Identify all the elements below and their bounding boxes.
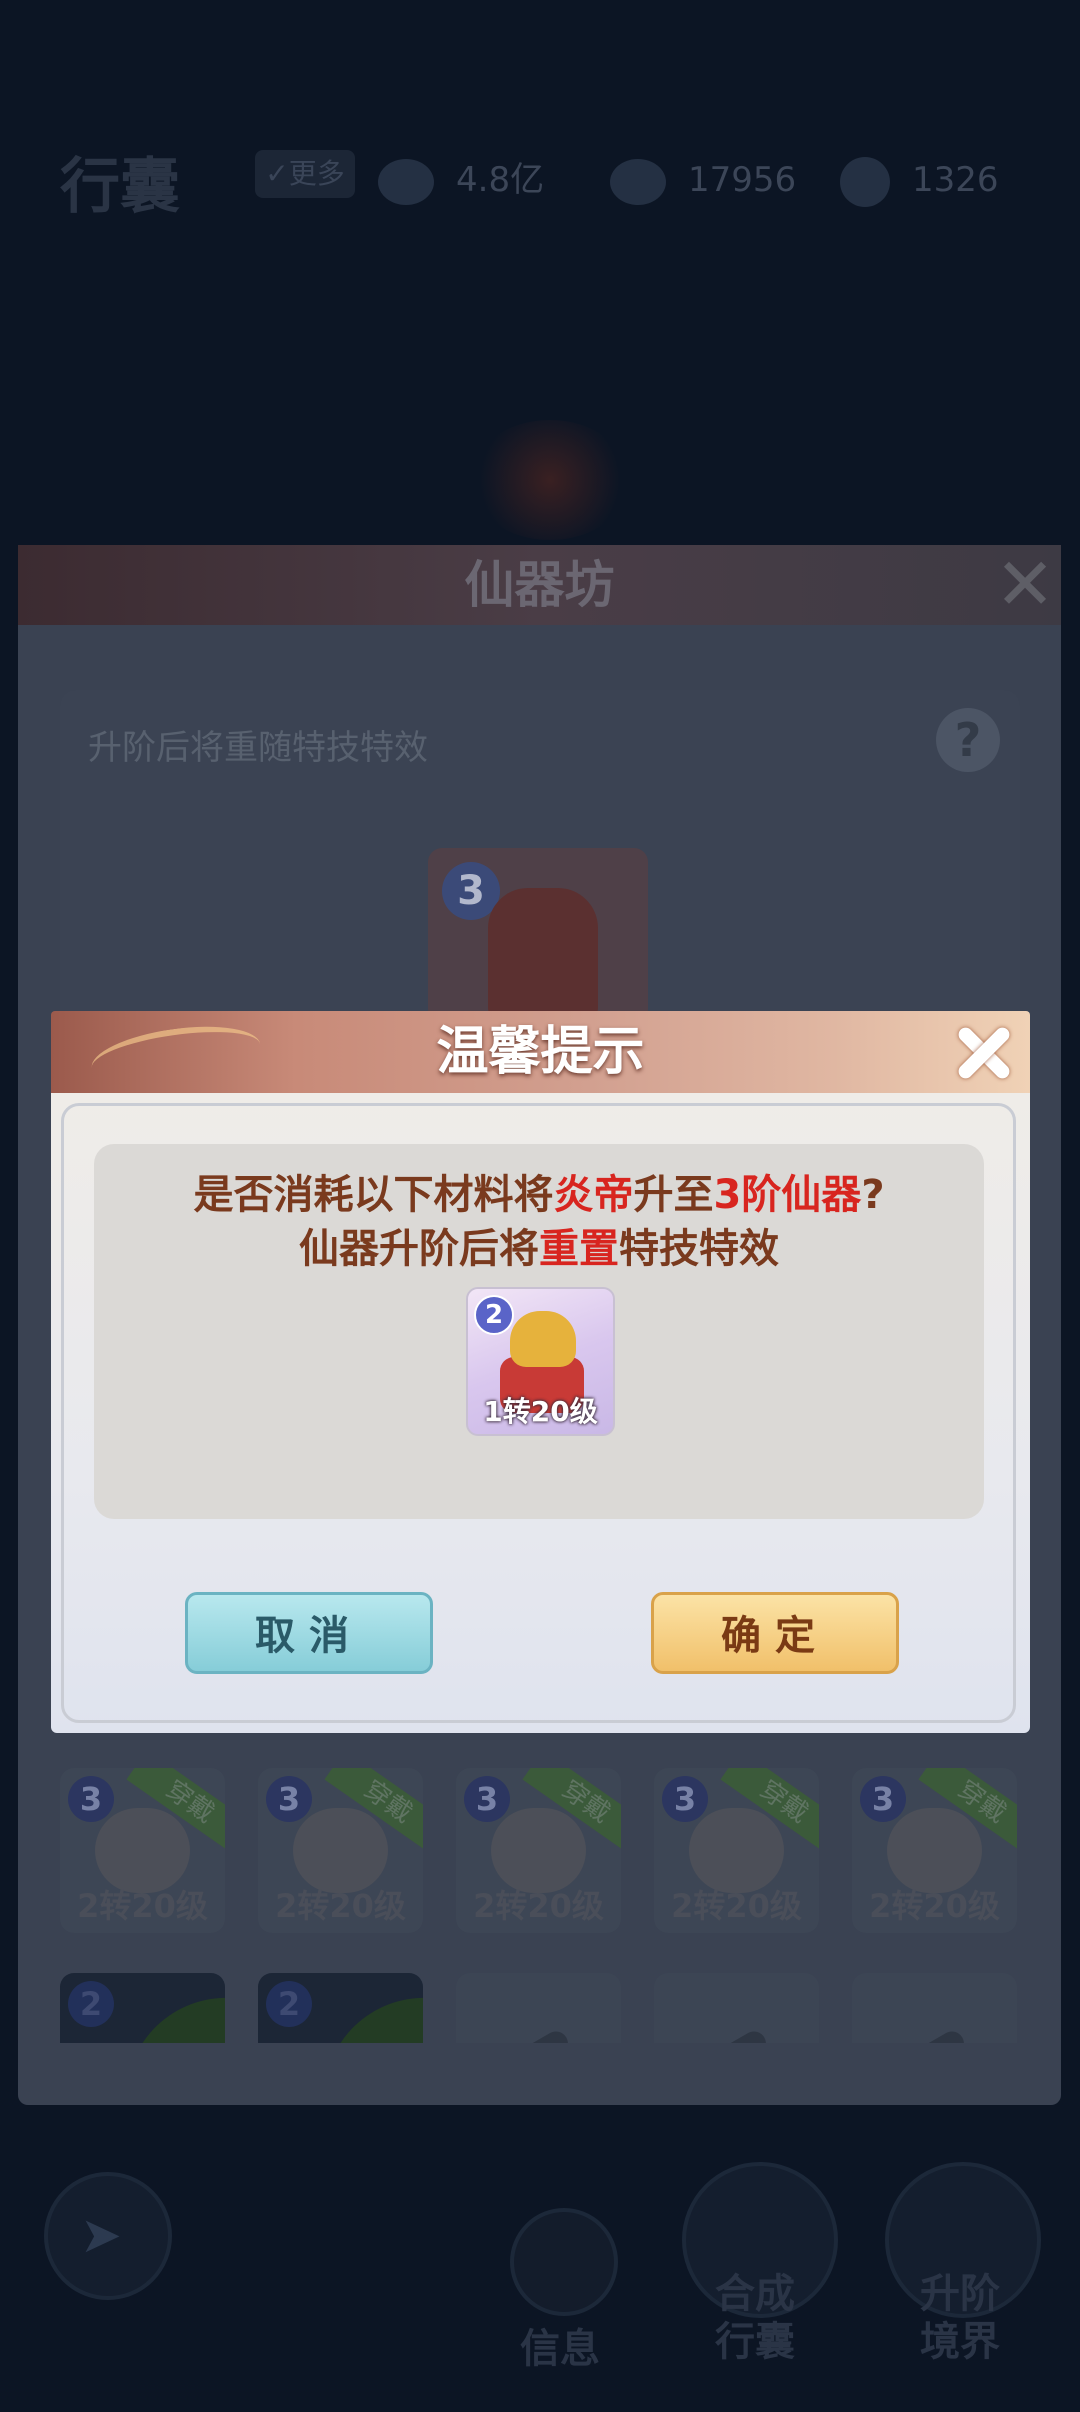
workshop-hint: 升阶后将重随特技特效 bbox=[88, 728, 428, 768]
compose-nav-label[interactable]: 合成 行囊 bbox=[690, 2270, 820, 2366]
help-icon[interactable]: ? bbox=[936, 708, 1000, 772]
rank-badge: 2 bbox=[474, 1295, 514, 1335]
leaf-icon bbox=[315, 1982, 423, 2043]
target-artifact: 3 bbox=[428, 848, 648, 1023]
gold-ingot-icon bbox=[610, 158, 666, 205]
message-text: 是否消耗以下材料将 bbox=[193, 1172, 554, 1218]
inventory-slot[interactable]: 3 穿戴 2转20级 bbox=[456, 1768, 621, 1933]
slot-level: 2转20级 bbox=[671, 1887, 802, 1925]
message-text: 升至 bbox=[633, 1172, 714, 1218]
empty-slot[interactable] bbox=[852, 1973, 1017, 2043]
silver-ingot-icon bbox=[378, 158, 434, 205]
info-nav-label[interactable]: 信息 bbox=[510, 2325, 610, 2373]
bottom-nav: ➤ 信息 合成 行囊 升阶 境界 bbox=[0, 2150, 1080, 2412]
slot-level: 2转20级 bbox=[77, 1887, 208, 1925]
silver-currency: 4.8亿 bbox=[378, 152, 544, 208]
message-line-2: 仙器升阶后将重置特技特效 bbox=[94, 1216, 984, 1274]
confirm-dialog: 温馨提示 是否消耗以下材料将炎帝升至3阶仙器? 仙器升阶后将重置特技特效 2 1… bbox=[51, 1011, 1030, 1733]
rank-badge: 3 bbox=[662, 1776, 708, 1822]
inventory-slot[interactable]: 3 穿戴 2转20级 bbox=[258, 1768, 423, 1933]
compass-button[interactable]: ➤ bbox=[44, 2172, 172, 2300]
message-text: 特技特效 bbox=[619, 1226, 779, 1272]
message-line-1: 是否消耗以下材料将炎帝升至3阶仙器? bbox=[94, 1162, 984, 1220]
more-label: 更多 bbox=[288, 157, 345, 190]
compose-label-line1: 合成 bbox=[715, 2271, 795, 2317]
check-icon: ✓ bbox=[265, 157, 289, 190]
dialog-body: 是否消耗以下材料将炎帝升至3阶仙器? 仙器升阶后将重置特技特效 2 1转20级 … bbox=[51, 1093, 1030, 1733]
inventory-row-1: 3 穿戴 2转20级 3 穿戴 2转20级 3 穿戴 2转20级 3 穿戴 2转20级 3 穿戴 2… bbox=[60, 1768, 1020, 1933]
message-box: 是否消耗以下材料将炎帝升至3阶仙器? 仙器升阶后将重置特技特效 2 1转20级 bbox=[94, 1144, 984, 1519]
jade-amount: 1326 bbox=[912, 160, 999, 200]
message-text: 仙器升阶后将 bbox=[299, 1226, 539, 1272]
upgrade-label-line1: 升阶 bbox=[920, 2271, 1000, 2317]
inventory-row-2: 2 2 bbox=[60, 1973, 1020, 2043]
empty-slot-mark-icon bbox=[895, 2027, 969, 2043]
close-icon[interactable] bbox=[947, 1015, 1021, 1089]
artifact-head-icon bbox=[510, 1311, 576, 1367]
rank-badge: 3 bbox=[464, 1776, 510, 1822]
empty-slot[interactable] bbox=[654, 1973, 819, 2043]
slot-level: 2转20级 bbox=[473, 1887, 604, 1925]
character-glow bbox=[470, 420, 630, 540]
inventory-slot[interactable]: 2 bbox=[258, 1973, 423, 2043]
inventory-slot[interactable]: 2 bbox=[60, 1973, 225, 2043]
jade-coin-icon bbox=[840, 156, 890, 207]
silver-amount: 4.8亿 bbox=[456, 160, 545, 200]
upgrade-label-line2: 境界 bbox=[920, 2319, 1000, 2365]
bag-title: 行囊 bbox=[60, 152, 180, 222]
reset-highlight: 重置 bbox=[539, 1226, 619, 1272]
cancel-button[interactable]: 取消 bbox=[185, 1592, 433, 1674]
material-item[interactable]: 2 1转20级 bbox=[466, 1287, 615, 1436]
confirm-button[interactable]: 确定 bbox=[651, 1592, 899, 1674]
target-rank: 3阶仙器 bbox=[713, 1172, 862, 1218]
jade-currency: 1326 bbox=[840, 152, 999, 208]
workshop-close-icon[interactable]: ✕ bbox=[989, 548, 1061, 621]
gold-amount: 17956 bbox=[688, 160, 797, 200]
upgrade-nav-label[interactable]: 升阶 境界 bbox=[895, 2270, 1025, 2366]
leaf-icon bbox=[117, 1982, 225, 2043]
empty-slot-mark-icon bbox=[697, 2027, 771, 2043]
artifact-name: 炎帝 bbox=[553, 1172, 634, 1218]
rank-badge: 3 bbox=[860, 1776, 906, 1822]
gold-currency: 17956 bbox=[610, 152, 796, 208]
compose-label-line2: 行囊 bbox=[715, 2319, 795, 2365]
workshop-title: 仙器坊 bbox=[464, 556, 615, 614]
material-level: 1转20级 bbox=[483, 1395, 598, 1428]
top-bar: 行囊 ✓更多 4.8亿 17956 1326 bbox=[0, 110, 1080, 230]
rank-badge: 2 bbox=[266, 1981, 312, 2027]
more-button[interactable]: ✓更多 bbox=[255, 150, 355, 198]
rank-badge: 3 bbox=[68, 1776, 114, 1822]
rank-badge: 2 bbox=[68, 1981, 114, 2027]
info-avatar-icon[interactable] bbox=[510, 2208, 618, 2316]
rank-badge: 3 bbox=[266, 1776, 312, 1822]
inventory-slot[interactable]: 3 穿戴 2转20级 bbox=[852, 1768, 1017, 1933]
compass-icon: ➤ bbox=[80, 2206, 122, 2264]
message-text: ? bbox=[861, 1172, 885, 1218]
inventory-slot[interactable]: 3 穿戴 2转20级 bbox=[60, 1768, 225, 1933]
slot-level: 2转20级 bbox=[869, 1887, 1000, 1925]
artifact-figure-icon bbox=[488, 888, 598, 1018]
slot-level: 2转20级 bbox=[275, 1887, 406, 1925]
empty-slot-mark-icon bbox=[499, 2027, 573, 2043]
empty-slot[interactable] bbox=[456, 1973, 621, 2043]
inventory-slot[interactable]: 3 穿戴 2转20级 bbox=[654, 1768, 819, 1933]
dialog-title: 温馨提示 bbox=[436, 1022, 645, 1082]
